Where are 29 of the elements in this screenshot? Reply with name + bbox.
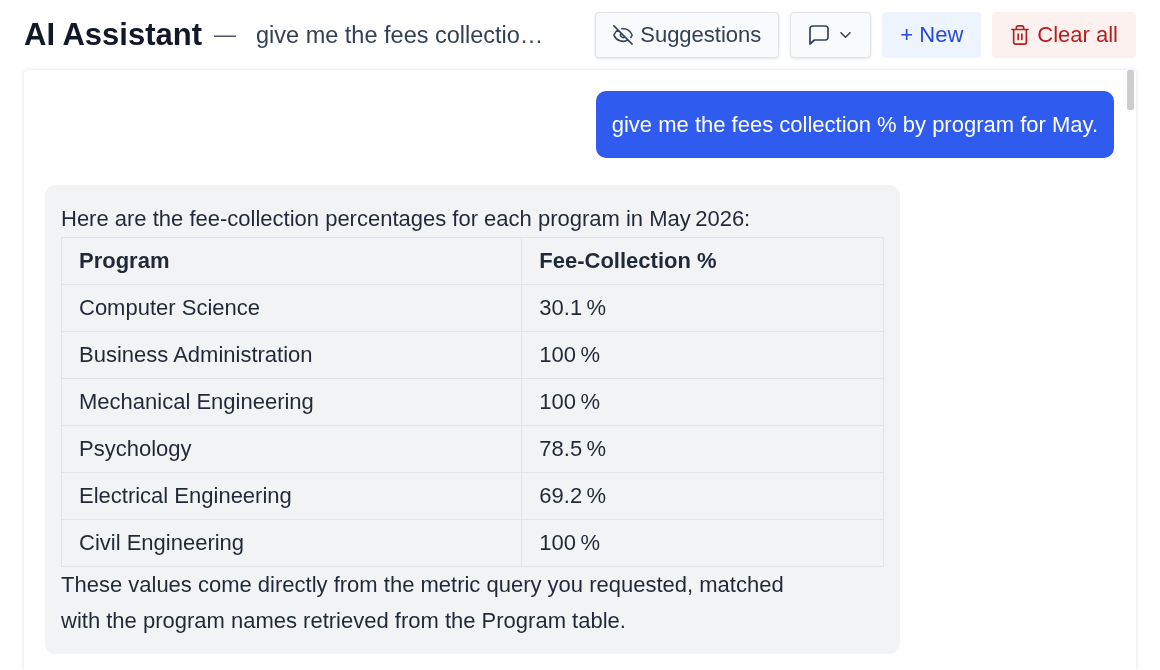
scrollbar-thumb[interactable] <box>1127 70 1134 110</box>
table-cell: 100 % <box>521 331 884 379</box>
eye-off-icon <box>613 25 634 45</box>
chat-menu-button[interactable] <box>790 12 872 58</box>
table-cell: Electrical Engineering <box>61 472 522 520</box>
message-text: Here are the fee-collection percentages for each program in May 2026: <box>61 205 752 233</box>
suggestions-button[interactable]: Suggestions <box>595 12 780 58</box>
clear-all-button[interactable]: Clear all <box>992 12 1136 58</box>
table-cell: 78.5 % <box>521 425 884 473</box>
column-header: Fee-Collection % <box>521 237 884 285</box>
chat-bubble-icon <box>809 25 830 45</box>
user-message: give me the fees collection % by program for May. <box>595 91 1114 158</box>
table-cell: 100 % <box>521 378 884 426</box>
table-cell: 69.2 % <box>521 472 884 520</box>
conversation-title: give me the fees collectio… <box>256 21 544 49</box>
table-cell: Mechanical Engineering <box>61 378 522 426</box>
app-title: AI Assistant <box>24 17 202 53</box>
table-cell: Civil Engineering <box>61 519 522 567</box>
table-cell: 100 % <box>521 519 884 567</box>
message-text: These values come directly from the metric query you requested, matched with the program names retrieved from the Program table. <box>61 571 785 635</box>
table-cell: 30.1 % <box>521 284 884 332</box>
new-chat-button[interactable]: + New <box>882 12 982 58</box>
table-cell: Computer Science <box>61 284 522 332</box>
chevron-down-icon <box>840 32 852 38</box>
title-separator: — <box>214 22 236 48</box>
column-header: Program <box>61 237 522 285</box>
trash-icon <box>1010 25 1031 45</box>
table-cell: Psychology <box>61 425 522 473</box>
table-cell: Business Administration <box>61 331 522 379</box>
